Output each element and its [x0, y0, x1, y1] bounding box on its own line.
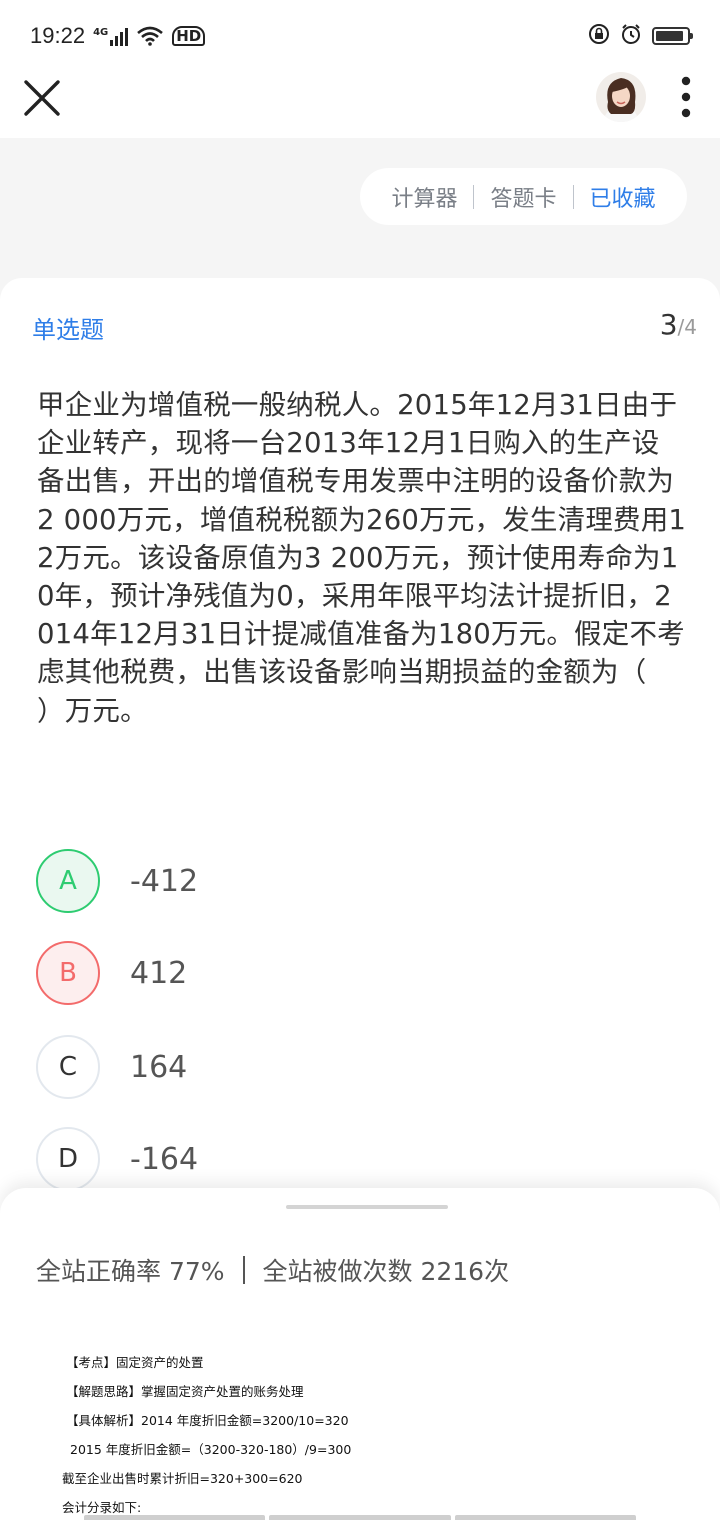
rotation-lock-icon — [588, 23, 610, 49]
status-bar: 19:22 4G HD — [0, 0, 720, 72]
analysis-line: 【解题思路】掌握固定资产处置的账务处理 — [66, 1384, 304, 1399]
option-letter: C — [36, 1035, 100, 1099]
option-letter: D — [36, 1127, 100, 1191]
question-index: 3/4 — [660, 308, 697, 341]
option-text: 412 — [130, 955, 188, 991]
option-b[interactable]: B 412 — [36, 940, 187, 1006]
option-c[interactable]: C 164 — [36, 1034, 187, 1100]
option-text: -412 — [130, 863, 199, 899]
favorite-button[interactable]: 已收藏 — [574, 181, 672, 213]
wifi-icon — [136, 26, 164, 46]
option-text: 164 — [130, 1049, 188, 1085]
option-letter: B — [36, 941, 100, 1005]
battery-icon — [652, 27, 693, 45]
hd-icon: HD — [172, 26, 206, 46]
accuracy-stat: 全站正确率 77% — [36, 1257, 225, 1286]
option-a[interactable]: A -412 — [36, 848, 198, 914]
option-text: -164 — [130, 1141, 199, 1177]
analysis-line: 【具体解析】2014 年度折旧金额=3200/10=320 — [66, 1413, 349, 1428]
question-type: 单选题 — [32, 316, 104, 344]
status-left: 19:22 4G HD — [30, 23, 206, 49]
option-d[interactable]: D -164 — [36, 1126, 198, 1192]
calculator-button[interactable]: 计算器 — [375, 181, 473, 213]
question-stem: 甲企业为增值税一般纳税人。2015年12月31日由于企业转产，现将一台2013年… — [37, 389, 702, 727]
table-top-edge — [84, 1515, 636, 1520]
answer-card-button[interactable]: 答题卡 — [474, 181, 572, 213]
status-time: 19:22 — [30, 23, 86, 48]
avatar[interactable] — [596, 72, 646, 122]
question-total: /4 — [677, 315, 697, 339]
analysis-line: 截至企业出售时累计折旧=320+300=620 — [62, 1471, 303, 1486]
divider — [242, 1256, 245, 1284]
question-card: 单选题 3/4 甲企业为增值税一般纳税人。2015年12月31日由于企业转产，现… — [0, 278, 720, 1278]
analysis-image: 【考点】固定资产的处置 【解题思路】掌握固定资产处置的账务处理 【具体解析】20… — [62, 1348, 626, 1520]
stats-row: 全站正确率 77% 全站被做次数 2216次 — [36, 1252, 509, 1288]
tools-bar: 计算器 答题卡 已收藏 — [360, 168, 687, 225]
network-type: 4G — [93, 27, 109, 38]
answer-sheet[interactable]: 全站正确率 77% 全站被做次数 2216次 【考点】固定资产的处置 【解题思路… — [0, 1188, 720, 1520]
question-current: 3 — [659, 308, 678, 341]
attempts-stat: 全站被做次数 2216次 — [262, 1257, 510, 1286]
alarm-icon — [620, 23, 642, 49]
analysis-line: 2015 年度折旧金额=（3200-320-180）/9=300 — [70, 1442, 352, 1457]
signal-icon: 4G — [93, 26, 129, 46]
status-right — [588, 23, 693, 49]
drag-handle[interactable] — [286, 1205, 448, 1209]
nav-bar — [0, 72, 720, 138]
option-letter: A — [36, 849, 100, 913]
more-vertical-icon[interactable] — [676, 74, 696, 120]
analysis-line: 【考点】固定资产的处置 — [66, 1355, 204, 1370]
close-icon[interactable] — [22, 78, 62, 118]
